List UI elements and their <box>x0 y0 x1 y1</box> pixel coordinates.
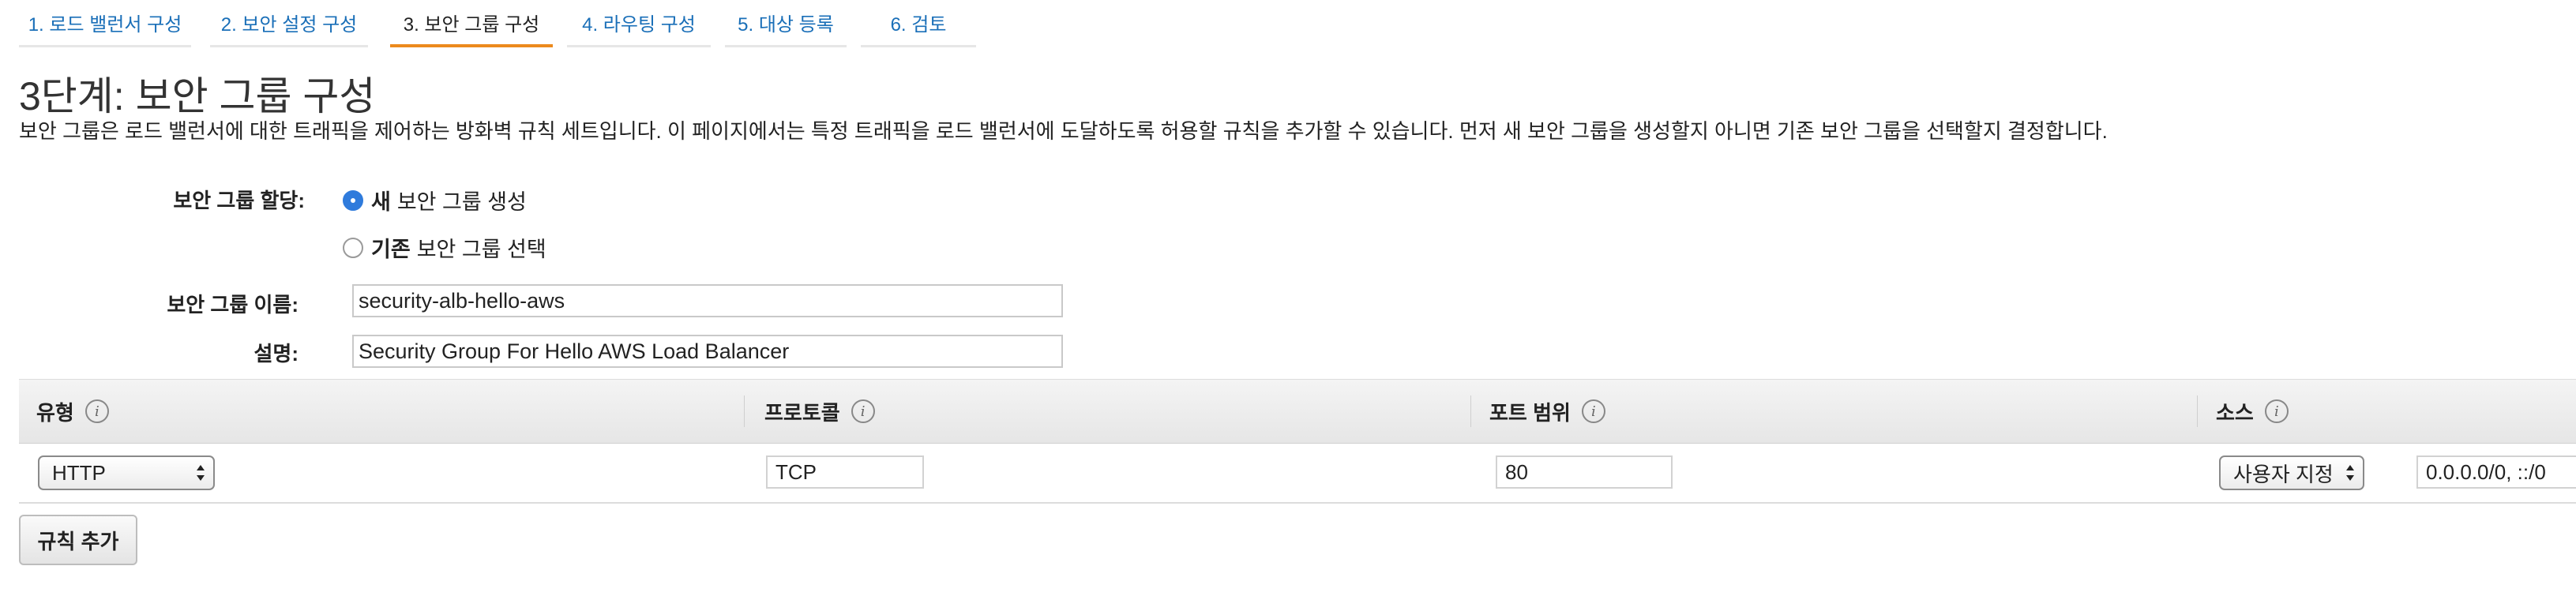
add-rule-button[interactable]: 규칙 추가 <box>19 515 137 565</box>
page-title: 3단계: 보안 그룹 구성 <box>19 74 376 118</box>
header-type-label: 유형 <box>36 400 74 425</box>
type-select[interactable]: HTTP <box>38 455 215 490</box>
type-select-value: HTTP <box>52 460 106 485</box>
port-range-input[interactable] <box>1496 455 1673 489</box>
step-tab-6[interactable]: 6. 검토 <box>861 0 976 47</box>
assign-label: 보안 그룹 할당: <box>173 189 305 212</box>
security-group-name-label: 보안 그룹 이름: <box>167 293 299 317</box>
protocol-input[interactable] <box>766 455 924 489</box>
info-icon[interactable]: i <box>2264 399 2289 423</box>
option-existing-security-group[interactable]: 기존 보안 그룹 선택 <box>343 232 546 263</box>
info-icon[interactable]: i <box>84 399 109 423</box>
header-type: 유형 i <box>36 380 109 443</box>
step-tab-1[interactable]: 1. 로드 밸런서 구성 <box>19 0 191 47</box>
table-row: HTTP 사용자 지정 <box>19 444 2576 504</box>
description-input[interactable] <box>352 335 1063 368</box>
column-divider <box>1470 395 1471 427</box>
step-tab-4[interactable]: 4. 라우팅 구성 <box>567 0 711 47</box>
header-protocol: 프로토콜 i <box>764 380 875 443</box>
source-cidr-input[interactable] <box>2416 455 2576 489</box>
header-port-range: 포트 범위 i <box>1489 380 1605 443</box>
header-source: 소스 i <box>2216 380 2289 443</box>
wizard-steps: 1. 로드 밸런서 구성 2. 보안 설정 구성 3. 보안 그룹 구성 4. … <box>0 0 2576 51</box>
header-protocol-label: 프로토콜 <box>764 400 840 425</box>
step-tab-2[interactable]: 2. 보안 설정 구성 <box>210 0 368 47</box>
select-arrows-icon <box>197 465 205 481</box>
column-divider <box>744 395 745 427</box>
step-tab-5[interactable]: 5. 대상 등록 <box>725 0 847 47</box>
source-select[interactable]: 사용자 지정 <box>2219 455 2364 490</box>
option-new-bold: 새 <box>371 190 391 214</box>
header-source-label: 소스 <box>2216 400 2254 425</box>
select-arrows-icon <box>2346 465 2354 481</box>
radio-new[interactable] <box>343 189 363 211</box>
info-icon[interactable]: i <box>1581 399 1605 423</box>
rules-table-header: 유형 i 프로토콜 i 포트 범위 i 소스 i <box>19 379 2576 444</box>
option-new-security-group[interactable]: 새 보안 그룹 생성 <box>343 185 527 216</box>
column-divider <box>2197 395 2198 427</box>
security-group-name-input[interactable] <box>352 284 1063 317</box>
info-icon[interactable]: i <box>851 399 875 423</box>
step-tab-3[interactable]: 3. 보안 그룹 구성 <box>390 0 553 47</box>
option-existing-text: 보안 그룹 선택 <box>416 238 546 261</box>
option-new-text: 보안 그룹 생성 <box>396 190 527 214</box>
description-label: 설명: <box>253 342 299 365</box>
radio-existing[interactable] <box>343 237 363 258</box>
source-select-value: 사용자 지정 <box>2233 462 2334 486</box>
header-port-range-label: 포트 범위 <box>1489 400 1571 425</box>
page-description: 보안 그룹은 로드 밸런서에 대한 트래픽을 제어하는 방화벽 규칙 세트입니다… <box>19 119 2108 143</box>
option-existing-bold: 기존 <box>371 238 411 261</box>
